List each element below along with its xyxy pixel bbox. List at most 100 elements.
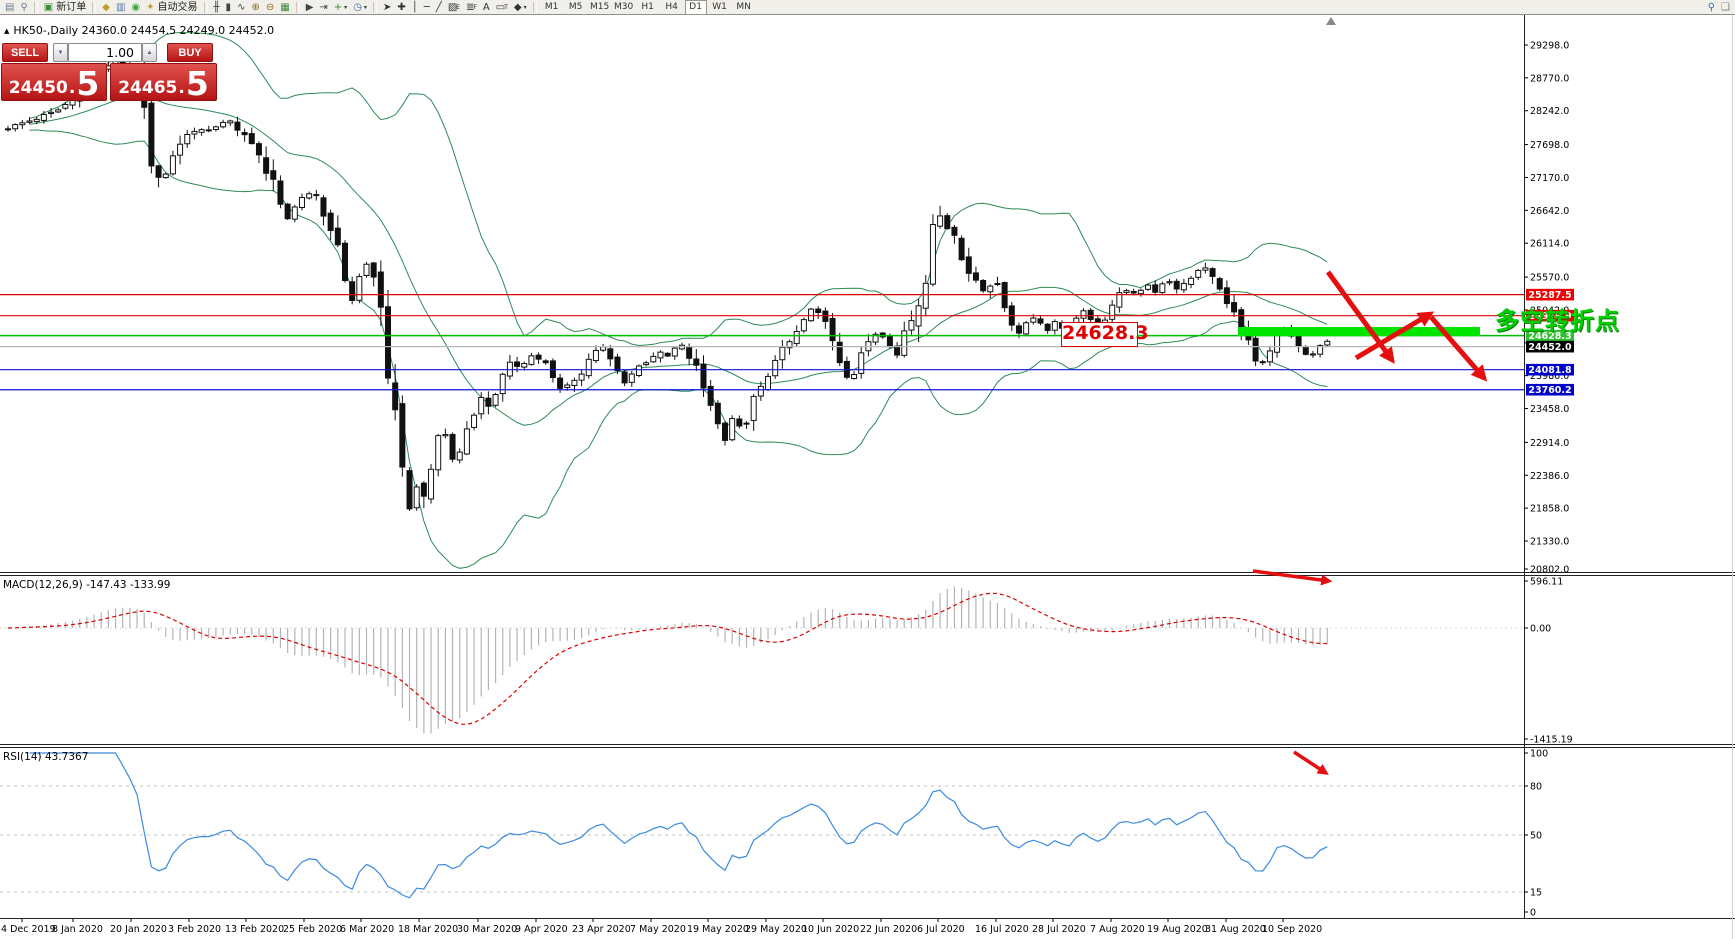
chart-canvas[interactable]: 29298.028770.028242.027698.027170.026642… [0,0,1735,939]
crosshair-icon: ✚ [397,1,405,14]
signals-icon[interactable]: ◉ [129,1,142,14]
trendline-icon[interactable]: ╱ [434,1,444,14]
auto-scroll-icon: ▶ [306,1,314,14]
history-center-icon: ◆ [102,1,110,14]
new-order-button: ▣ [44,1,53,14]
auto-scroll-icon[interactable]: ▶ [304,1,316,14]
svg-text:100: 100 [1530,749,1548,760]
svg-text:19 Aug 2020: 19 Aug 2020 [1147,924,1208,935]
tf-button-H1[interactable]: H1 [637,0,659,15]
buy-price-display[interactable]: 24465.5 [110,63,217,101]
price-tag-label[interactable]: 24628.3 [1061,322,1138,347]
trend-arrow[interactable] [1431,317,1484,378]
turning-point-annotation[interactable]: 多空转折点 [1495,301,1620,336]
svg-text:15: 15 [1530,888,1542,899]
zoom-out-icon[interactable]: ⊖ [264,1,276,14]
svg-text:4 Dec 2019: 4 Dec 2019 [1,924,56,935]
candles-layer [6,58,1330,511]
svg-text:21858.0: 21858.0 [1530,504,1569,515]
svg-text:25 Feb 2020: 25 Feb 2020 [283,924,342,935]
tf-button-M5[interactable]: M5 [565,0,587,15]
svg-text:9 Apr 2020: 9 Apr 2020 [515,924,568,935]
sell-price-display[interactable]: 24450.5 [1,63,107,101]
channel-icon[interactable]: ▨E [446,1,462,14]
svg-text:16 Jul 2020: 16 Jul 2020 [975,924,1029,935]
tf-button-M15[interactable]: M15 [589,0,611,15]
svg-text:10 Jun 2020: 10 Jun 2020 [802,924,859,935]
svg-text:3 Feb 2020: 3 Feb 2020 [168,924,221,935]
chart-caption-icon: ▲ [4,27,9,35]
chart-shift-marker [1326,17,1336,25]
bar-chart-icon[interactable]: ╫ [212,1,222,14]
tf-button-H4[interactable]: H4 [661,0,683,15]
indicators-icon[interactable]: +▾ [332,1,349,14]
arrows-icon[interactable]: ◆▾ [512,1,529,14]
tf-button-MN[interactable]: MN [733,0,755,15]
svg-text:7 Aug 2020: 7 Aug 2020 [1090,924,1145,935]
date-axis[interactable]: 4 Dec 20198 Jan 2020 20 Jan 20203 Feb 202… [1,919,1322,935]
tf-button-M1[interactable]: M1 [541,0,563,15]
sell-button[interactable]: SELL [2,43,48,62]
volume-increase-button[interactable]: ▲ [142,43,157,62]
tile-windows-icon: ▦ [280,1,289,14]
label-icon[interactable]: ▭T [494,1,510,14]
buy-price-dot: . [178,80,184,97]
text-icon: A [483,1,490,14]
vertical-line-icon[interactable]: │ [410,1,420,14]
svg-text:29298.0: 29298.0 [1530,41,1569,52]
svg-text:23 Apr 2020: 23 Apr 2020 [572,924,631,935]
zoom-in-icon[interactable]: ⊕ [249,1,261,14]
svg-text:8 Jan 2020: 8 Jan 2020 [52,924,103,935]
horizontal-line-icon[interactable]: ─ [422,1,432,14]
autotrading-button[interactable]: ✦自动交易 [144,1,199,14]
chart-window-icon[interactable]: ▤ [3,1,16,14]
history-center-icon[interactable]: ◆ [100,1,112,14]
toolbar: ▤⚲▣新订单◆▥◉✦自动交易╫▮∿⊕⊖▦▶⇥+▾◷▾➤✚│─╱▨E≣FA▭T◆▾… [0,0,1735,15]
tile-windows-icon[interactable]: ▦ [278,1,291,14]
volume-input[interactable] [68,43,142,62]
search-icon[interactable]: ⚲ [1706,1,1717,14]
chart-shift-icon[interactable]: ⇥ [317,1,329,14]
bollinger-layer [30,33,1328,569]
tf-button-D1[interactable]: D1 [685,0,707,15]
toolbar-separator [204,2,208,13]
line-chart-icon[interactable]: ∿ [235,1,247,14]
tf-button-W1[interactable]: W1 [709,0,731,15]
sell-price-main: 24450 [9,80,68,97]
bar-chart-icon: ╫ [214,1,220,14]
volume-decrease-button[interactable]: ▼ [53,43,68,62]
svg-text:27170.0: 27170.0 [1530,173,1569,184]
new-order-button[interactable]: ▣新订单 [42,1,88,14]
terminal-icon[interactable]: ▥ [114,1,127,14]
candlestick-chart-icon[interactable]: ▮ [224,1,234,14]
macd-layer [0,587,1524,734]
macd-indicator-label: MACD(12,26,9) -147.43 -133.99 [3,579,170,591]
tf-button-M30[interactable]: M30 [613,0,635,15]
trend-arrow[interactable] [1294,752,1326,773]
price-axis[interactable]: 29298.028770.028242.027698.027170.026642… [1524,41,1574,919]
svg-text:0: 0 [1530,908,1536,919]
indicators-icon: + [334,1,342,14]
svg-text:26642.0: 26642.0 [1530,206,1569,217]
svg-text:20 Jan 2020: 20 Jan 2020 [110,924,167,935]
label-icon-sub: T [504,1,508,14]
data-window-icon[interactable]: ⚲ [18,1,29,14]
trendline-icon: ╱ [436,1,442,14]
toolbar-separator [296,2,300,13]
crosshair-icon[interactable]: ✚ [395,1,407,14]
text-icon[interactable]: A [481,1,492,14]
periods-icon[interactable]: ◷▾ [351,1,369,14]
cursor-icon: ➤ [383,1,391,14]
cursor-icon[interactable]: ➤ [381,1,393,14]
levels-layer[interactable] [0,295,1524,390]
chevron-down-icon: ▼ [58,50,64,56]
fibonacci-icon[interactable]: ≣F [464,1,479,14]
zoom-out-icon: ⊖ [266,1,274,14]
svg-text:20802.0: 20802.0 [1530,565,1569,576]
rsi-layer [0,753,1524,898]
buy-button[interactable]: BUY [167,43,213,62]
line-chart-icon: ∿ [237,1,245,14]
horizontal-line-icon: ─ [424,1,430,14]
chat-icon[interactable]: ❏ [1719,1,1732,14]
svg-text:25287.5: 25287.5 [1528,290,1571,301]
